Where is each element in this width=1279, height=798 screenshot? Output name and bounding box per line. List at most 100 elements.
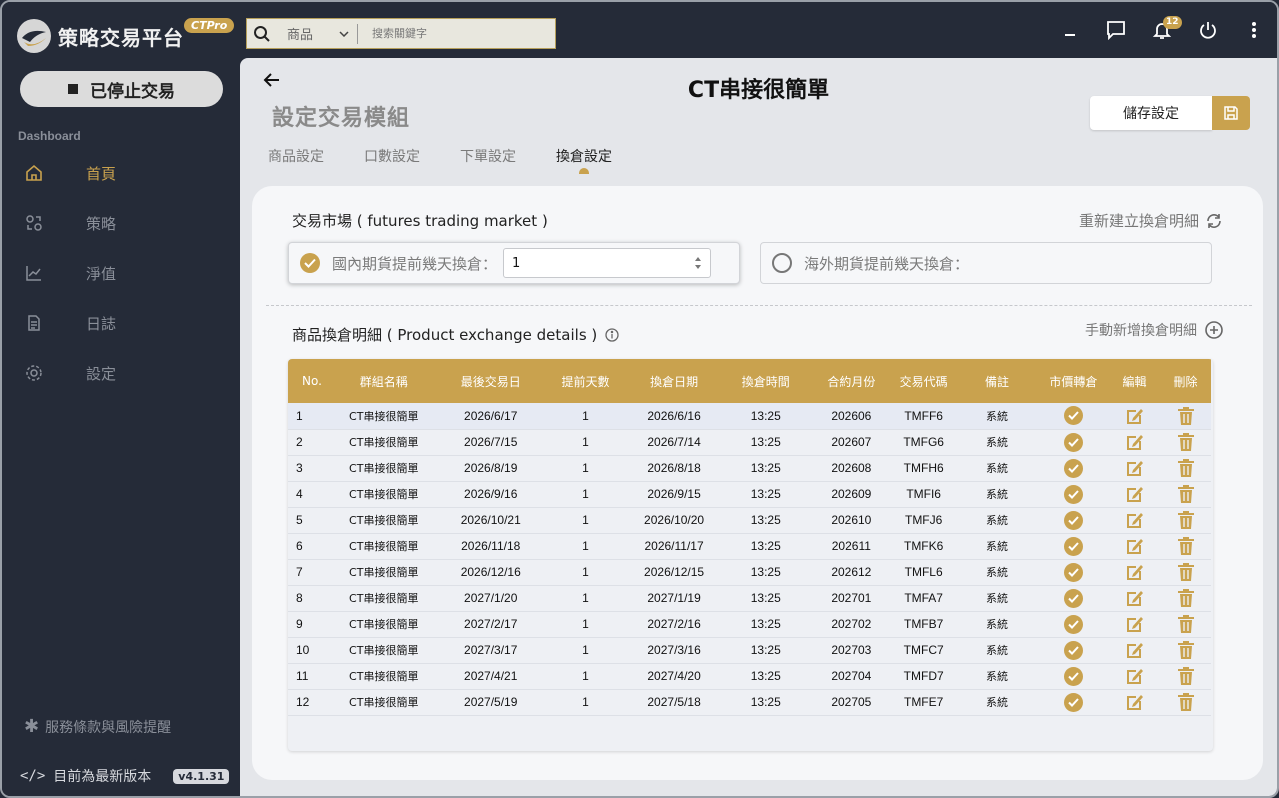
market-rollover-cell <box>1038 559 1109 585</box>
edit-cell <box>1109 481 1160 507</box>
edit-icon[interactable] <box>1125 510 1145 530</box>
table-cell: 1 <box>582 539 589 553</box>
table-row[interactable]: 2 CT串接很簡單 2026/7/15 1 2026/7/14 13:25 202607 TM… <box>288 429 1211 455</box>
table-cell: 2026/10/20 <box>644 513 705 527</box>
trash-icon[interactable] <box>1177 666 1195 686</box>
table-cell: 202607 <box>831 435 872 449</box>
brand[interactable]: 策略交易平台 <box>16 16 184 56</box>
search-input[interactable] <box>358 27 538 40</box>
trash-icon[interactable] <box>1177 458 1195 478</box>
terms-link[interactable]: ✱ 服務條款與風險提醒 <box>24 716 171 737</box>
check-circle-icon[interactable] <box>1063 432 1083 452</box>
table-row[interactable]: 1 CT串接很簡單 2026/6/17 1 2026/6/16 13:25 202606 TM… <box>288 403 1211 429</box>
table-cell: 2027/2/17 <box>464 617 518 631</box>
radio-checked-icon[interactable] <box>300 253 320 273</box>
edit-icon[interactable] <box>1125 432 1145 452</box>
check-circle-icon[interactable] <box>1063 562 1083 582</box>
home-icon <box>24 163 44 183</box>
check-circle-icon[interactable] <box>1063 458 1083 478</box>
edit-icon[interactable] <box>1125 692 1145 712</box>
search-icon[interactable] <box>247 25 277 43</box>
trash-icon[interactable] <box>1177 484 1195 504</box>
edit-icon[interactable] <box>1125 640 1145 660</box>
table-row[interactable]: 5 CT串接很簡單 2026/10/21 1 2026/10/20 13:25 202610… <box>288 507 1211 533</box>
table-cell: 8 <box>296 591 303 605</box>
edit-icon[interactable] <box>1125 666 1145 686</box>
stop-trading-button[interactable]: 已停止交易 <box>20 71 223 107</box>
check-circle-icon[interactable] <box>1063 614 1083 634</box>
market-rollover-cell <box>1038 637 1109 663</box>
table-cell: TMFL6 <box>904 565 943 579</box>
check-circle-icon[interactable] <box>1063 484 1083 504</box>
sidebar-item-net-value[interactable]: 淨值 <box>2 248 240 298</box>
rebuild-rollover-button[interactable]: 重新建立換倉明細 <box>1079 210 1223 231</box>
trash-icon[interactable] <box>1177 640 1195 660</box>
trash-icon[interactable] <box>1177 510 1195 530</box>
check-circle-icon[interactable] <box>1063 536 1083 556</box>
edit-icon[interactable] <box>1125 484 1145 504</box>
market-rollover-cell <box>1038 403 1109 429</box>
domestic-days-stepper[interactable]: 1 <box>503 248 712 278</box>
more-vertical-icon <box>1252 22 1256 38</box>
check-circle-icon[interactable] <box>1063 666 1083 686</box>
save-icon-button[interactable] <box>1212 96 1250 130</box>
trash-icon[interactable] <box>1177 432 1195 452</box>
sidebar-item-home[interactable]: 首頁 <box>2 148 240 198</box>
domestic-futures-option[interactable]: 國內期貨提前幾天換倉： 1 <box>288 242 740 284</box>
table-row[interactable]: 7 CT串接很簡單 2026/12/16 1 2026/12/15 13:25 202612… <box>288 559 1211 585</box>
check-circle-icon[interactable] <box>1063 640 1083 660</box>
check-circle-icon[interactable] <box>1063 692 1083 712</box>
add-label: 手動新增換倉明細 <box>1085 323 1197 339</box>
power-button[interactable] <box>1185 14 1231 46</box>
edit-icon[interactable] <box>1125 406 1145 426</box>
table-cell: CT串接很簡單 <box>349 644 419 657</box>
table-row[interactable]: 10 CT串接很簡單 2027/3/17 1 2027/3/16 13:25 202703 T… <box>288 637 1211 663</box>
sidebar-item-settings[interactable]: 設定 <box>2 348 240 398</box>
check-circle-icon[interactable] <box>1063 406 1083 426</box>
edit-icon[interactable] <box>1125 458 1145 478</box>
market-rollover-cell <box>1038 507 1109 533</box>
info-icon[interactable] <box>605 327 619 342</box>
search-category-select[interactable]: 商品 <box>277 24 357 43</box>
minimize-button[interactable] <box>1047 14 1093 46</box>
table-row[interactable]: 6 CT串接很簡單 2026/11/18 1 2026/11/17 13:25 202611… <box>288 533 1211 559</box>
tab-quantity-settings[interactable]: 口數設定 <box>364 146 420 166</box>
sidebar-item-strategy[interactable]: 策略 <box>2 198 240 248</box>
table-cell: CT串接很簡單 <box>349 540 419 553</box>
stepper-arrows-icon[interactable] <box>694 256 702 270</box>
trash-icon[interactable] <box>1177 692 1195 712</box>
table-row[interactable]: 12 CT串接很簡單 2027/5/19 1 2027/5/18 13:25 202705 T… <box>288 689 1211 715</box>
table-row[interactable]: 8 CT串接很簡單 2027/1/20 1 2027/1/19 13:25 202701 TM… <box>288 585 1211 611</box>
table-cell: TMFF6 <box>904 408 943 423</box>
table-cell: 2026/10/21 <box>460 513 521 527</box>
column-header: No. <box>302 374 322 388</box>
sidebar-item-logs[interactable]: 日誌 <box>2 298 240 348</box>
edit-cell <box>1109 663 1160 689</box>
tab-rollover-settings[interactable]: 換倉設定 <box>556 146 612 174</box>
edit-icon[interactable] <box>1125 562 1145 582</box>
trash-icon[interactable] <box>1177 406 1195 426</box>
check-circle-icon[interactable] <box>1063 588 1083 608</box>
table-row[interactable]: 9 CT串接很簡單 2027/2/17 1 2027/2/16 13:25 202702 TM… <box>288 611 1211 637</box>
check-circle-icon[interactable] <box>1063 510 1083 530</box>
radio-unchecked-icon[interactable] <box>772 253 792 273</box>
trash-icon[interactable] <box>1177 614 1195 634</box>
tab-product-settings[interactable]: 商品設定 <box>268 146 324 166</box>
foreign-futures-option[interactable]: 海外期貨提前幾天換倉： <box>760 242 1212 284</box>
edit-icon[interactable] <box>1125 588 1145 608</box>
trash-icon[interactable] <box>1177 562 1195 582</box>
trash-icon[interactable] <box>1177 536 1195 556</box>
more-button[interactable] <box>1231 14 1277 46</box>
table-row[interactable]: 4 CT串接很簡單 2026/9/16 1 2026/9/15 13:25 202609 TM… <box>288 481 1211 507</box>
message-button[interactable] <box>1093 14 1139 46</box>
notification-button[interactable]: 12 <box>1139 14 1185 46</box>
edit-icon[interactable] <box>1125 536 1145 556</box>
save-settings-button[interactable]: 儲存設定 <box>1090 96 1212 130</box>
trash-icon[interactable] <box>1177 588 1195 608</box>
add-rollover-button[interactable]: 手動新增換倉明細 <box>1085 320 1223 340</box>
stop-trading-label: 已停止交易 <box>90 81 175 102</box>
table-row[interactable]: 11 CT串接很簡單 2027/4/21 1 2027/4/20 13:25 202704 T… <box>288 663 1211 689</box>
table-row[interactable]: 3 CT串接很簡單 2026/8/19 1 2026/8/18 13:25 202608 TM… <box>288 455 1211 481</box>
edit-icon[interactable] <box>1125 614 1145 634</box>
tab-order-settings[interactable]: 下單設定 <box>460 146 516 166</box>
